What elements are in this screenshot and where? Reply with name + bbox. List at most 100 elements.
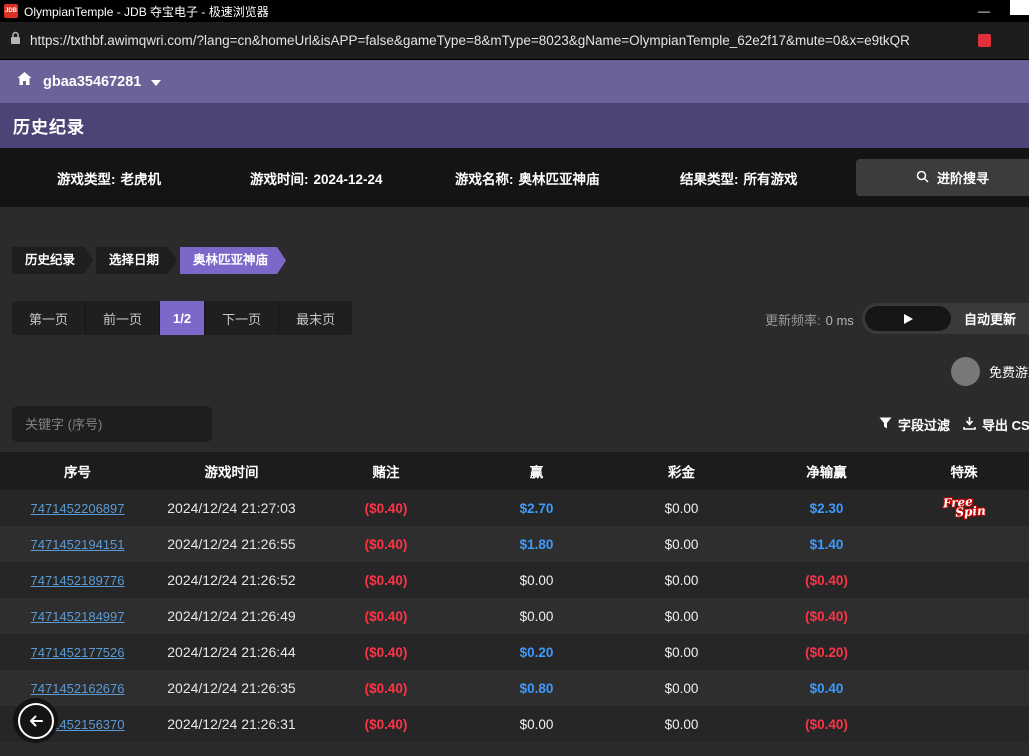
jdb-favicon-icon: JDB (4, 4, 18, 18)
bet-value: ($0.40) (308, 670, 464, 706)
current-page-indicator: 1/2 (160, 301, 205, 335)
table-row: 7471452177526 2024/12/24 21:26:44 ($0.40… (0, 634, 1029, 670)
chevron-down-icon[interactable] (151, 73, 161, 91)
table-row: 7471452156370 2024/12/24 21:26:31 ($0.40… (0, 706, 1029, 742)
special-cell (899, 706, 1029, 742)
special-cell (899, 634, 1029, 670)
free-game-icon (951, 357, 980, 386)
last-page-button[interactable]: 最末页 (279, 301, 352, 335)
win-value: $0.00 (464, 706, 609, 742)
win-value: $0.00 (464, 598, 609, 634)
search-icon (916, 170, 929, 186)
jackpot-value: $0.00 (609, 562, 754, 598)
bet-value: ($0.40) (308, 526, 464, 562)
bet-value: ($0.40) (308, 490, 464, 526)
special-cell (899, 670, 1029, 706)
win-value: $2.70 (464, 490, 609, 526)
bet-value: ($0.40) (308, 706, 464, 742)
round-id-link[interactable]: 7471452184997 (31, 609, 125, 624)
url-input[interactable]: https://txthbf.awimqwri.com/?lang=cn&hom… (30, 33, 969, 48)
prev-page-button[interactable]: 前一页 (86, 301, 160, 335)
account-name[interactable]: gbaa35467281 (43, 74, 141, 90)
auto-refresh-toggle[interactable]: 自动更新 (862, 303, 1029, 334)
free-game-label: 免费游戏 (989, 362, 1029, 381)
round-id-link[interactable]: 7471452206897 (31, 501, 125, 516)
play-button[interactable] (865, 306, 951, 331)
browser-window: JDB OlympianTemple - JDB 夺宝电子 - 极速浏览器 — … (0, 0, 1029, 756)
browser-extension-icon[interactable] (978, 34, 991, 47)
export-csv-button[interactable]: 导出 CSV (963, 415, 1029, 434)
round-id-link[interactable]: 7471452189776 (31, 573, 125, 588)
win-value: $1.80 (464, 526, 609, 562)
col-header-win: 赢 (464, 452, 609, 490)
round-id-link[interactable]: 7471452194151 (31, 537, 125, 552)
net-value: $2.30 (754, 490, 899, 526)
minimize-button[interactable]: — (971, 0, 997, 22)
free-spin-badge: FreeSpin (942, 496, 986, 519)
breadcrumb: 历史纪录 选择日期 奥林匹亚神庙 (12, 247, 289, 274)
close-button[interactable] (1010, 0, 1029, 15)
special-cell (899, 598, 1029, 634)
game-time: 2024/12/24 21:26:31 (155, 706, 308, 742)
jackpot-value: $0.00 (609, 634, 754, 670)
keyword-search-input[interactable] (12, 406, 212, 442)
col-header-bet: 赌注 (308, 452, 464, 490)
funnel-icon (879, 417, 892, 432)
breadcrumb-history[interactable]: 历史纪录 (12, 247, 93, 274)
net-value: ($0.40) (754, 598, 899, 634)
net-value: ($0.40) (754, 562, 899, 598)
window-title: OlympianTemple - JDB 夺宝电子 - 极速浏览器 (24, 3, 269, 20)
home-icon[interactable] (16, 71, 33, 92)
filter-result-type: 结果类型:所有游戏 (680, 168, 798, 188)
win-value: $0.00 (464, 562, 609, 598)
back-ring (18, 703, 54, 739)
first-page-button[interactable]: 第一页 (12, 301, 86, 335)
special-cell: FreeSpin (899, 490, 1029, 526)
net-value: $1.40 (754, 526, 899, 562)
breadcrumb-date[interactable]: 选择日期 (96, 247, 177, 274)
table-row: 7471452189776 2024/12/24 21:26:52 ($0.40… (0, 562, 1029, 598)
field-filter-button[interactable]: 字段过滤 (879, 415, 950, 434)
filter-bar: 游戏类型:老虎机 游戏时间:2024-12-24 游戏名称:奥林匹亚神庙 结果类… (0, 148, 1029, 207)
table-row: 7471452184997 2024/12/24 21:26:49 ($0.40… (0, 598, 1029, 634)
next-page-button[interactable]: 下一页 (205, 301, 279, 335)
game-time: 2024/12/24 21:26:55 (155, 526, 308, 562)
win-value: $0.80 (464, 670, 609, 706)
win-value: $0.20 (464, 634, 609, 670)
game-time: 2024/12/24 21:26:49 (155, 598, 308, 634)
game-time: 2024/12/24 21:26:52 (155, 562, 308, 598)
back-button[interactable] (13, 698, 58, 743)
col-header-time: 游戏时间 (155, 452, 308, 490)
special-cell (899, 526, 1029, 562)
table-row: 7471452162676 2024/12/24 21:26:35 ($0.40… (0, 670, 1029, 706)
net-value: $0.40 (754, 670, 899, 706)
page-title: 历史纪录 (13, 113, 85, 138)
bet-value: ($0.40) (308, 634, 464, 670)
jackpot-value: $0.00 (609, 526, 754, 562)
history-table: 序号 游戏时间 赌注 赢 彩金 净输赢 特殊 7471452206897 202… (0, 452, 1029, 742)
filter-game-date: 游戏时间:2024-12-24 (250, 168, 383, 188)
bet-value: ($0.40) (308, 598, 464, 634)
net-value: ($0.40) (754, 706, 899, 742)
net-value: ($0.20) (754, 634, 899, 670)
jackpot-value: $0.00 (609, 490, 754, 526)
game-time: 2024/12/24 21:26:35 (155, 670, 308, 706)
special-cell (899, 562, 1029, 598)
pagination: 第一页 前一页 1/2 下一页 最末页 (12, 301, 352, 335)
advanced-search-button[interactable]: 进阶搜寻 (856, 159, 1029, 196)
free-game-filter[interactable]: 免费游戏 (951, 357, 1029, 386)
filter-game-name: 游戏名称:奥林匹亚神庙 (455, 168, 600, 188)
main-content: 历史纪录 选择日期 奥林匹亚神庙 第一页 前一页 1/2 下一页 最末页 更新频… (0, 207, 1029, 756)
account-bar: gbaa35467281 (0, 60, 1029, 103)
round-id-link[interactable]: 7471452177526 (31, 645, 125, 660)
col-header-id: 序号 (0, 452, 155, 490)
filter-game-type: 游戏类型:老虎机 (57, 168, 161, 188)
round-id-link[interactable]: 7471452162676 (31, 681, 125, 696)
address-bar: https://txthbf.awimqwri.com/?lang=cn&hom… (0, 22, 1029, 60)
play-icon (904, 314, 913, 324)
window-titlebar: JDB OlympianTemple - JDB 夺宝电子 - 极速浏览器 — (0, 0, 1029, 22)
table-header-row: 序号 游戏时间 赌注 赢 彩金 净输赢 特殊 (0, 452, 1029, 490)
breadcrumb-game[interactable]: 奥林匹亚神庙 (180, 247, 286, 274)
arrow-left-icon (26, 711, 46, 731)
jackpot-value: $0.00 (609, 598, 754, 634)
